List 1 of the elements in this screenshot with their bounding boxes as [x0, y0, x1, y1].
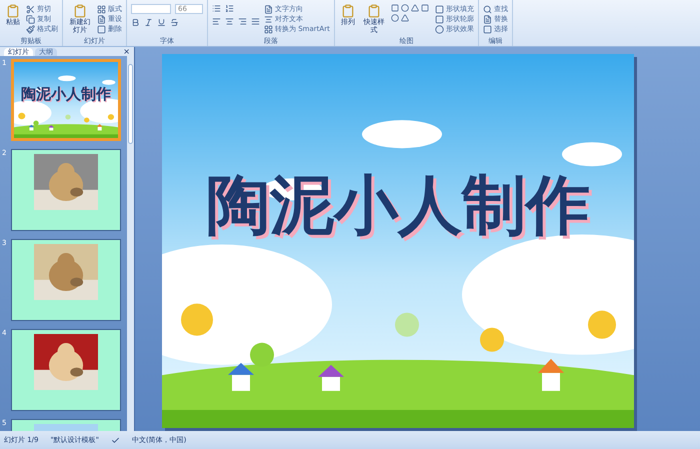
close-button[interactable]: ×	[123, 48, 130, 56]
